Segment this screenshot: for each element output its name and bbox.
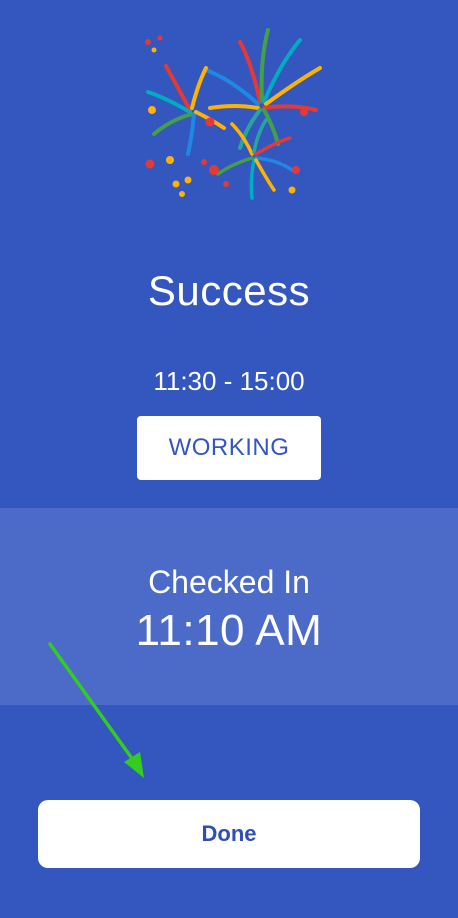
page-title: Success — [147, 267, 311, 314]
checkin-label: Checked In — [148, 564, 310, 600]
shift-time-range: 11:30 - 15:00 — [153, 366, 305, 396]
done-button[interactable]: Done — [38, 800, 420, 868]
green-arrow-icon — [40, 636, 160, 786]
status-badge: WORKING — [137, 416, 321, 480]
fireworks-icon — [140, 24, 325, 204]
